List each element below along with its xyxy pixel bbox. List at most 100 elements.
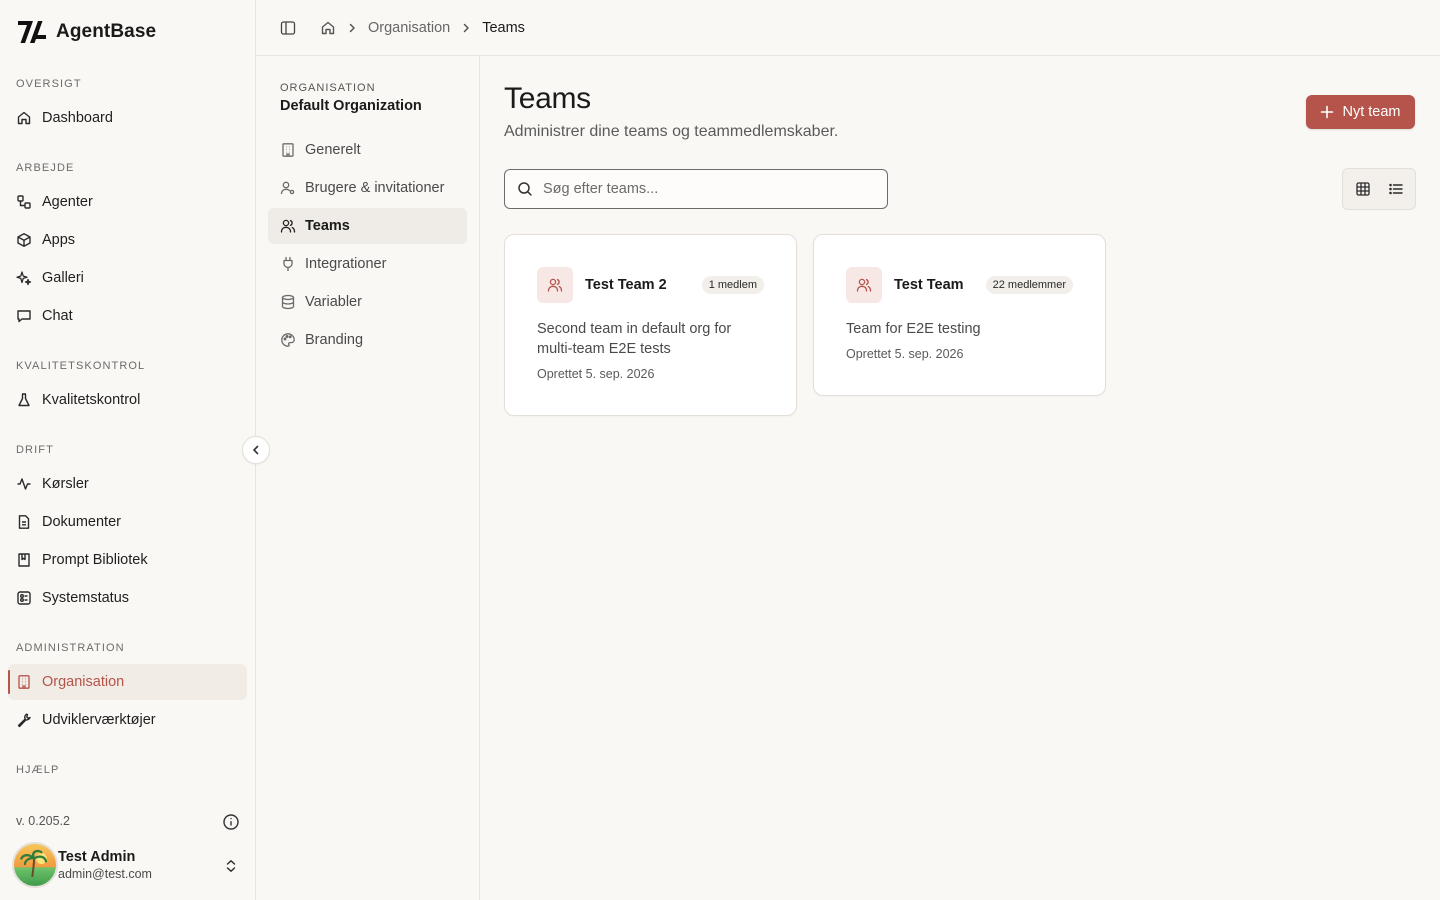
member-count-badge: 1 medlem [701, 276, 764, 294]
sidebar-item-label: Prompt Bibliotek [42, 552, 148, 568]
sidebar-item-label: Kørsler [42, 476, 89, 492]
subnav-item-integrations[interactable]: Integrationer [268, 246, 467, 282]
sidebar-item-dashboard[interactable]: Dashboard [8, 100, 247, 136]
sidebar-item-label: Chat [42, 308, 73, 324]
subnav-item-branding[interactable]: Branding [268, 322, 467, 358]
subnav-item-label: Branding [305, 332, 364, 348]
search-input[interactable] [543, 181, 863, 197]
avatar [12, 842, 58, 888]
view-mode-toggle [1342, 168, 1416, 210]
brand[interactable]: AgentBase [16, 18, 156, 46]
users-icon [537, 267, 573, 303]
team-description: Second team in default org for multi-tea… [537, 321, 732, 357]
section-label-overview: OVERSIGT [16, 78, 82, 90]
building-icon [18, 675, 30, 689]
sidebar-toggle-icon[interactable] [280, 20, 296, 36]
sidebar-item-apps[interactable]: Apps [8, 222, 247, 258]
sidebar-item-quality[interactable]: Kvalitetskontrol [8, 382, 247, 418]
breadcrumb-current: Teams [482, 19, 525, 36]
sidebar: AgentBase OVERSIGT Dashboard ARBEJDE Age… [0, 0, 256, 900]
palette-icon [281, 333, 295, 347]
collapse-sidebar-button[interactable] [242, 436, 270, 464]
sidebar-item-label: Apps [42, 232, 76, 248]
subnav-item-general[interactable]: Generelt [268, 132, 467, 168]
page-subtitle: Administrer dine teams og teammedlemskab… [504, 123, 839, 140]
user-cog-icon [280, 181, 295, 195]
section-label-ops: DRIFT [16, 444, 54, 456]
database-icon [281, 294, 295, 310]
team-description: Team for E2E testing [846, 321, 981, 337]
subnav-item-label: Generelt [305, 142, 361, 158]
grid-icon [1355, 182, 1370, 196]
wrench-icon [17, 713, 31, 728]
chevrons-up-down-icon [226, 860, 236, 872]
team-name: Test Team 2 [585, 277, 667, 293]
home-icon [17, 111, 31, 125]
agentbase-logo-icon [18, 21, 46, 43]
chat-icon [17, 310, 31, 323]
users-icon [280, 219, 296, 233]
sidebar-item-prompt-library[interactable]: Prompt Bibliotek [8, 542, 247, 578]
list-view-button[interactable] [1380, 173, 1411, 205]
flask-icon [18, 393, 30, 407]
info-icon[interactable] [222, 813, 240, 831]
breadcrumb-organisation[interactable]: Organisation [368, 20, 450, 36]
team-created-date: Oprettet 5. sep. 2026 [846, 347, 964, 361]
subnav-item-teams[interactable]: Teams [268, 208, 467, 244]
subnav-item-label: Teams [305, 218, 350, 234]
user-menu[interactable]: Test Admin admin@test.com [12, 840, 248, 890]
sidebar-item-chat[interactable]: Chat [8, 298, 247, 334]
plus-icon [1321, 105, 1334, 119]
main-content: Teams Administrer dine teams og teammedl… [480, 56, 1440, 900]
organisation-subnav: ORGANISATION Default Organization Genere… [256, 56, 480, 900]
sidebar-item-label: Dokumenter [42, 514, 121, 530]
grid-view-button[interactable] [1347, 173, 1378, 205]
subnav-item-users[interactable]: Brugere & invitationer [268, 170, 467, 206]
activity-icon [17, 478, 31, 490]
user-name: Test Admin [58, 849, 136, 865]
new-team-button[interactable]: Nyt team [1306, 95, 1415, 129]
sidebar-item-agents[interactable]: Agenter [8, 184, 247, 220]
team-card[interactable]: Test Team 22 medlemmer Team for E2E test… [813, 234, 1106, 396]
chevron-left-icon [253, 445, 259, 455]
sidebar-item-gallery[interactable]: Galleri [8, 260, 247, 296]
sidebar-item-label: Udviklerværktøjer [42, 712, 156, 728]
team-name: Test Team [894, 277, 964, 293]
section-label-work: ARBEJDE [16, 162, 75, 174]
member-count-badge: 22 medlemmer [985, 276, 1073, 294]
section-label-admin: ADMINISTRATION [16, 642, 125, 654]
user-email: admin@test.com [58, 867, 152, 881]
sidebar-item-organisation[interactable]: Organisation [8, 664, 247, 700]
server-status-icon [17, 591, 31, 605]
new-team-label: Nyt team [1342, 104, 1401, 120]
sidebar-item-label: Systemstatus [42, 590, 130, 606]
sidebar-item-documents[interactable]: Dokumenter [8, 504, 247, 540]
sidebar-item-label: Organisation [42, 674, 125, 690]
search-icon [518, 182, 532, 196]
home-icon[interactable] [320, 20, 336, 36]
subnav-item-label: Brugere & invitationer [305, 180, 445, 196]
users-icon [846, 267, 882, 303]
subnav-item-variables[interactable]: Variabler [268, 284, 467, 320]
workflow-icon [17, 195, 31, 209]
list-icon [1388, 183, 1403, 195]
sidebar-item-system-status[interactable]: Systemstatus [8, 580, 247, 616]
sidebar-item-dev-tools[interactable]: Udviklerværktøjer [8, 702, 247, 738]
app-version: v. 0.205.2 [16, 814, 70, 828]
chevron-right-icon [463, 23, 469, 32]
breadcrumb: Organisation Teams [320, 20, 525, 36]
chevron-right-icon [349, 23, 355, 32]
team-card[interactable]: Test Team 2 1 medlem Second team in defa… [504, 234, 797, 416]
sparkles-icon [16, 271, 32, 286]
sidebar-item-label: Galleri [42, 270, 84, 286]
sidebar-item-label: Agenter [42, 194, 93, 210]
page-title: Teams [504, 82, 591, 115]
subnav-label: ORGANISATION [280, 82, 376, 94]
book-icon [18, 553, 30, 567]
sidebar-item-runs[interactable]: Kørsler [8, 466, 247, 502]
sidebar-item-label: Dashboard [42, 110, 113, 126]
search-field[interactable] [504, 169, 888, 209]
sidebar-item-label: Kvalitetskontrol [42, 392, 141, 408]
subnav-item-label: Integrationer [305, 256, 387, 272]
topbar: Organisation Teams [256, 0, 1440, 56]
